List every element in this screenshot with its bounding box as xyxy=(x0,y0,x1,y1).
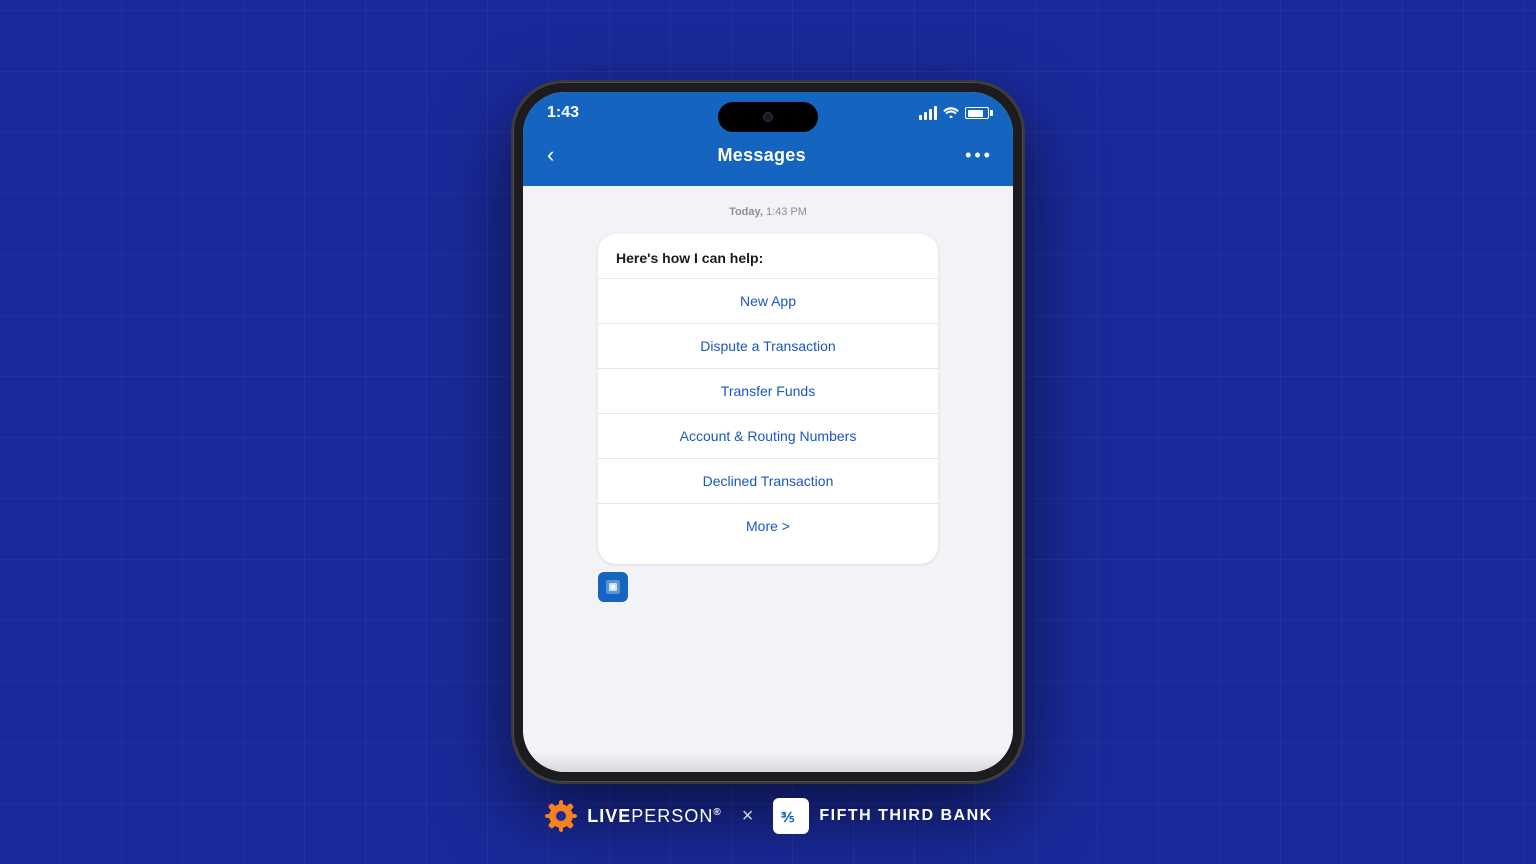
menu-item-dispute-transaction[interactable]: Dispute a Transaction xyxy=(616,324,920,368)
footer-logos: LIVEPERSON® × ⅗ Fifth Third Bank xyxy=(0,798,1536,834)
menu-item-account-routing[interactable]: Account & Routing Numbers xyxy=(616,414,920,458)
back-button[interactable]: ‹ xyxy=(543,138,558,172)
liveperson-gear-icon xyxy=(543,798,579,834)
menu-item-new-app[interactable]: New App xyxy=(616,279,920,323)
message-timestamp: Today, 1:43 PM xyxy=(729,206,807,218)
battery-fill xyxy=(968,110,983,117)
bank-name: Fifth Third Bank xyxy=(819,807,992,825)
phone-screen: 1:43 xyxy=(523,92,1013,772)
bubble-header: Here's how I can help: xyxy=(616,250,920,266)
menu-item-transfer-funds[interactable]: Transfer Funds xyxy=(616,369,920,413)
status-bar: 1:43 xyxy=(523,92,1013,130)
chat-area: Today, 1:43 PM Here's how I can help: Ne… xyxy=(523,186,1013,752)
more-options-button[interactable]: ••• xyxy=(965,145,993,166)
x-divider: × xyxy=(742,805,754,828)
bar-2 xyxy=(924,112,927,120)
wifi-icon xyxy=(943,106,959,121)
camera-dot xyxy=(763,112,773,122)
nav-bar: ‹ Messages ••• xyxy=(523,130,1013,186)
phone-frame: 1:43 xyxy=(513,82,1023,782)
battery-icon xyxy=(965,107,989,119)
signal-bars-icon xyxy=(919,106,937,120)
bank-logo-icon: ⅗ xyxy=(773,798,809,834)
menu-item-declined-transaction[interactable]: Declined Transaction xyxy=(616,459,920,503)
bot-icon-area xyxy=(598,572,938,602)
menu-item-more[interactable]: More > xyxy=(616,504,920,548)
fifth-third-bank-logo: ⅗ Fifth Third Bank xyxy=(773,798,992,834)
status-icons xyxy=(919,106,989,121)
bar-1 xyxy=(919,115,922,120)
bar-3 xyxy=(929,109,932,120)
nav-title: Messages xyxy=(717,145,805,166)
svg-text:⅗: ⅗ xyxy=(781,809,795,825)
liveperson-logo: LIVEPERSON® xyxy=(543,798,721,834)
liveperson-text: LIVEPERSON® xyxy=(587,806,721,827)
dynamic-island xyxy=(718,102,818,132)
status-time: 1:43 xyxy=(547,104,579,122)
bottom-gradient xyxy=(523,752,1013,772)
bar-4 xyxy=(934,106,937,120)
chat-bubble: Here's how I can help: New App Dispute a… xyxy=(598,234,938,564)
bot-avatar xyxy=(598,572,628,602)
